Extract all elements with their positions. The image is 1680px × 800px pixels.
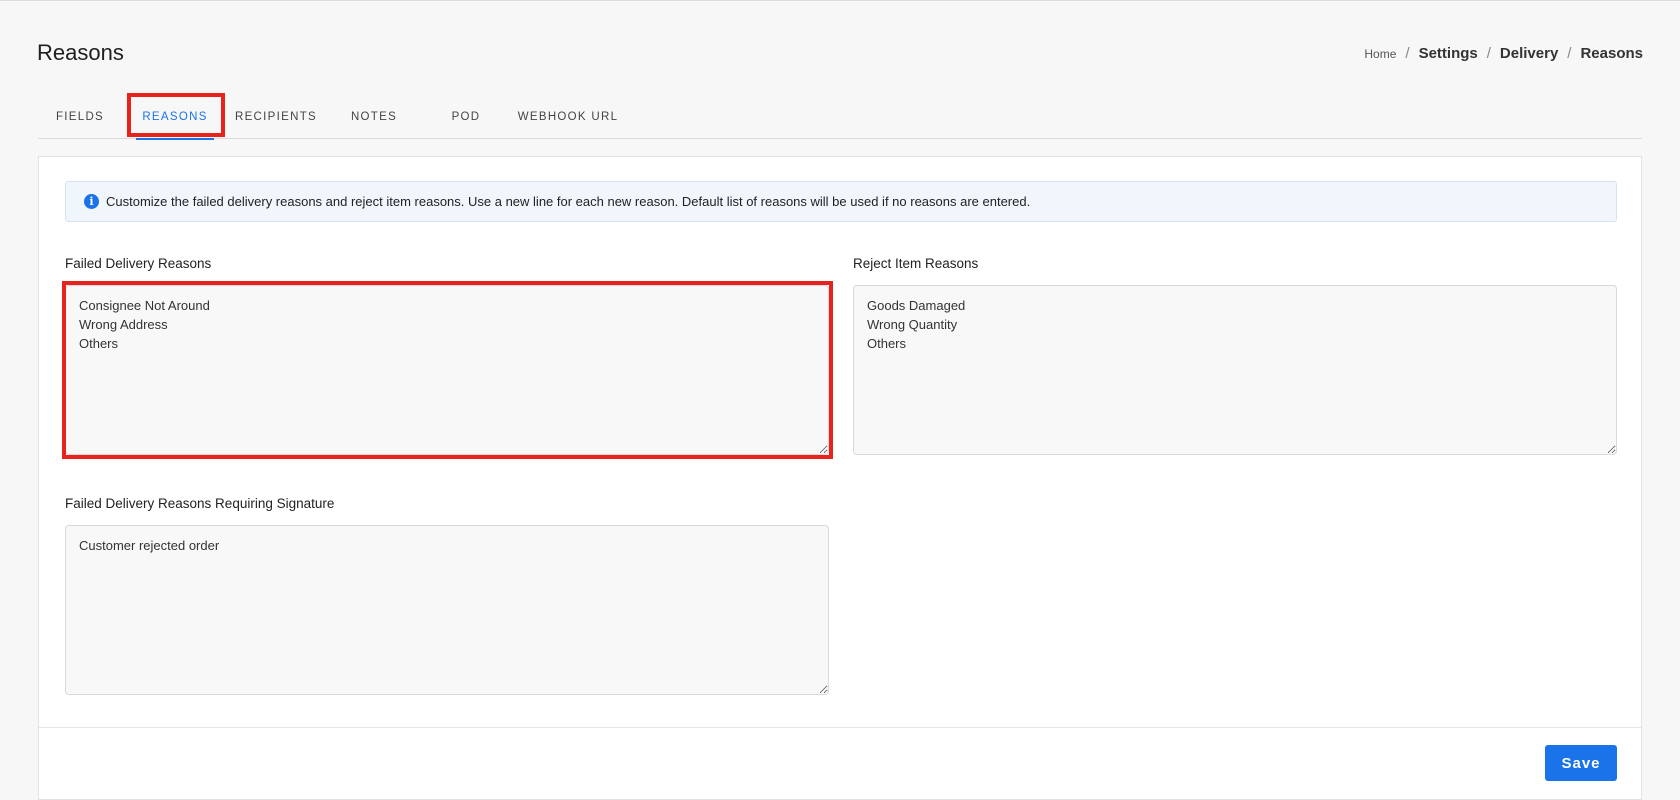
breadcrumb-separator: /: [1567, 45, 1572, 62]
breadcrumb-delivery[interactable]: Delivery: [1500, 45, 1558, 62]
info-alert: i Customize the failed delivery reasons …: [65, 181, 1617, 222]
footer-divider: [39, 727, 1641, 728]
breadcrumb-settings[interactable]: Settings: [1419, 45, 1478, 62]
breadcrumb-separator: /: [1486, 45, 1491, 62]
tab-notes[interactable]: NOTES: [334, 94, 414, 139]
reject-item-reasons-label: Reject Item Reasons: [853, 256, 979, 271]
tab-recipients[interactable]: RECIPIENTS: [228, 94, 324, 139]
failed-delivery-reasons-textarea[interactable]: [65, 285, 829, 455]
top-border: [0, 0, 1680, 1]
tab-reasons[interactable]: REASONS: [128, 94, 222, 140]
breadcrumb-home[interactable]: Home: [1364, 47, 1396, 61]
reject-item-reasons-textarea[interactable]: [853, 285, 1617, 455]
info-alert-text: Customize the failed delivery reasons an…: [106, 194, 1031, 209]
failed-delivery-reasons-label: Failed Delivery Reasons: [65, 256, 212, 271]
reasons-panel: i Customize the failed delivery reasons …: [38, 156, 1642, 800]
save-button[interactable]: Save: [1545, 745, 1617, 781]
page-title: Reasons: [37, 40, 124, 65]
breadcrumb: Home / Settings / Delivery / Reasons: [1364, 45, 1643, 62]
tab-webhook-url[interactable]: WEBHOOK URL: [512, 94, 624, 139]
tab-pod[interactable]: POD: [434, 94, 498, 139]
tab-fields[interactable]: FIELDS: [46, 94, 114, 139]
signature-reasons-textarea[interactable]: [65, 525, 829, 695]
breadcrumb-separator: /: [1405, 45, 1410, 62]
info-icon: i: [84, 194, 99, 209]
settings-tabs: FIELDS REASONS RECIPIENTS NOTES POD WEBH…: [38, 94, 1642, 140]
signature-reasons-label: Failed Delivery Reasons Requiring Signat…: [65, 496, 335, 511]
breadcrumb-current: Reasons: [1580, 45, 1643, 62]
